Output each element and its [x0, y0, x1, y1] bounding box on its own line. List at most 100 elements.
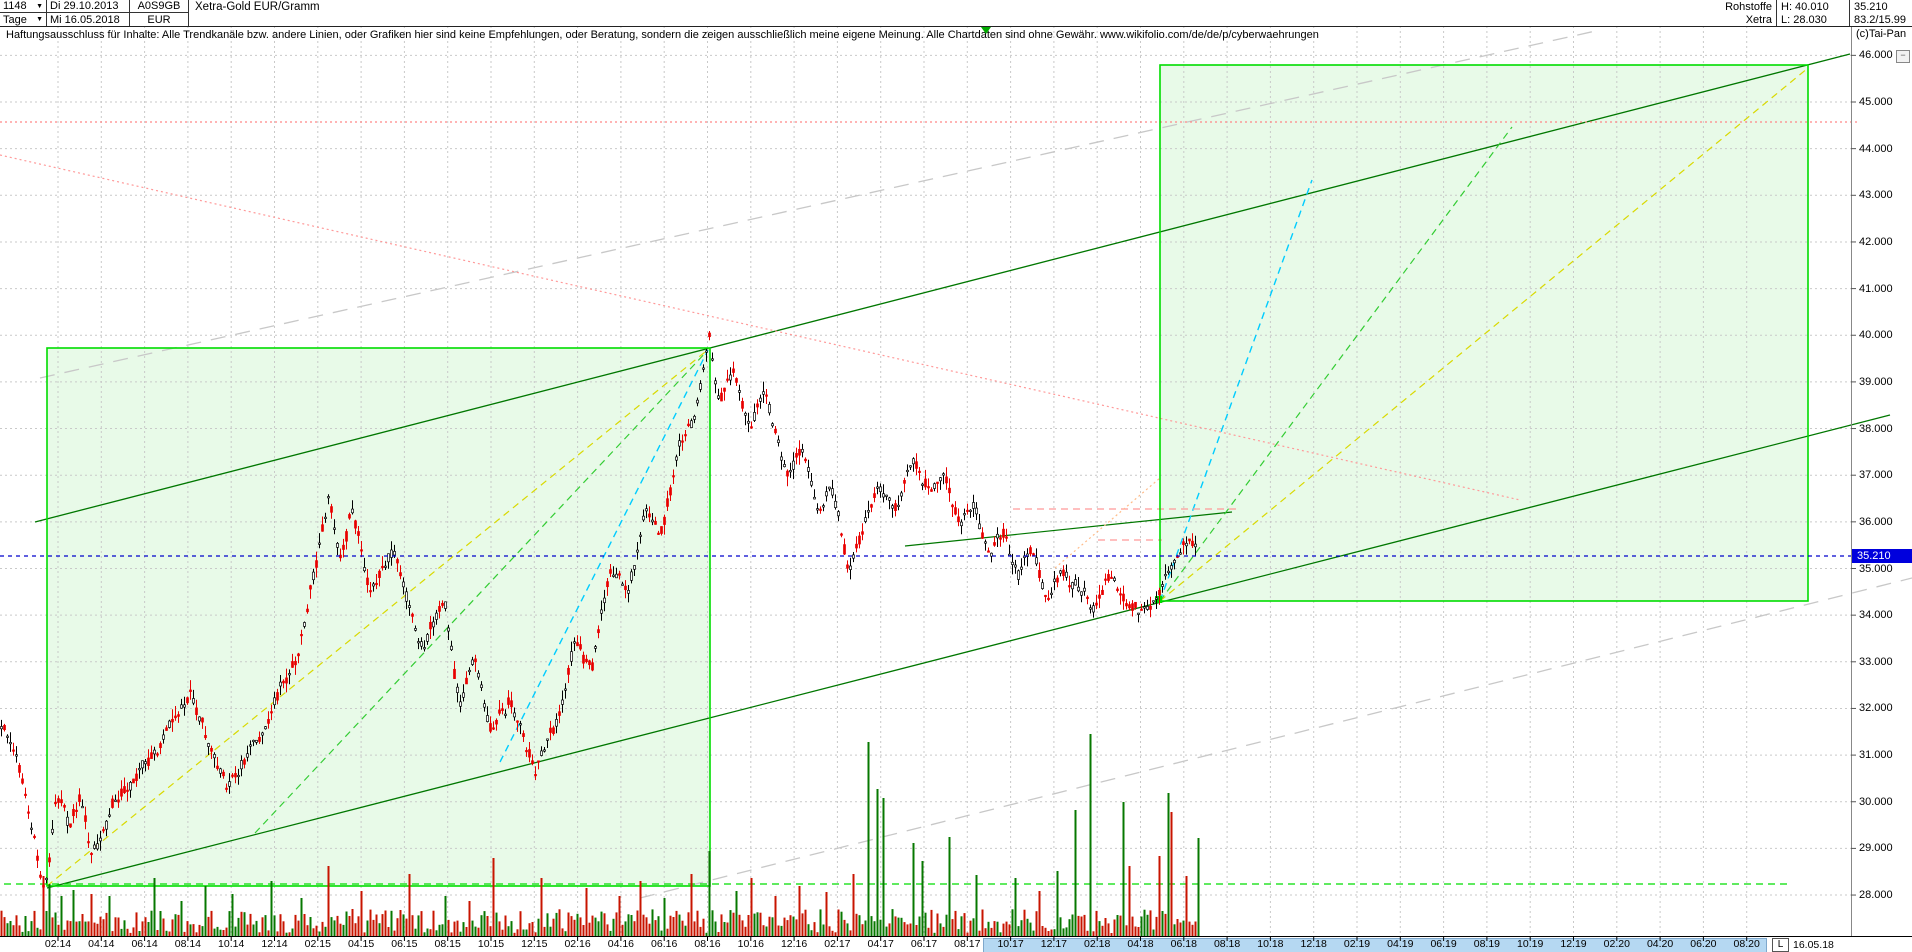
- high-value: H: 40.010: [1776, 0, 1849, 13]
- toolbar: 1148 ▼ Di 29.10.2013 A0S9GB Xetra-Gold E…: [0, 0, 1912, 27]
- last-price-marker: 35.210: [1852, 549, 1912, 563]
- toolbar-row-2: Tage ▼ Mi 16.05.2018 EUR: [0, 13, 323, 26]
- date-axis-label: 06.15: [391, 938, 417, 950]
- currency-cell: EUR: [130, 13, 189, 26]
- collapse-scale-button[interactable]: −: [1896, 50, 1910, 63]
- price-axis-label: 45.000: [1859, 96, 1893, 108]
- header-last-price: 35.210: [1849, 0, 1912, 13]
- price-axis-label: 31.000: [1859, 749, 1893, 761]
- date-axis-label: 02.18: [1084, 938, 1110, 950]
- date-axis-label: 10.17: [997, 938, 1023, 950]
- price-stat-column: 35.210 83.2/15.99: [1849, 0, 1912, 26]
- date-axis-label: 06.14: [131, 938, 157, 950]
- date-to-cell: Mi 16.05.2018: [47, 13, 130, 26]
- price-axis-label: 38.000: [1859, 423, 1893, 435]
- date-axis-label: 02.19: [1344, 938, 1370, 950]
- date-axis-label: 12.17: [1041, 938, 1067, 950]
- date-axis-label: 08.14: [175, 938, 201, 950]
- date-axis-label: 12.16: [781, 938, 807, 950]
- event-marker-triangle-icon: [981, 27, 991, 34]
- price-axis-label: 32.000: [1859, 702, 1893, 714]
- chevron-down-icon: ▼: [36, 3, 43, 10]
- date-axis-label: 04.16: [608, 938, 634, 950]
- date-axis-label: 10.19: [1517, 938, 1543, 950]
- price-axis-label: 34.000: [1859, 609, 1893, 621]
- currency-value: EUR: [147, 14, 170, 26]
- date-axis-label: 02.17: [824, 938, 850, 950]
- date-axis-label: 06.17: [911, 938, 937, 950]
- toolbar-right: Rohstoffe Xetra H: 40.010 L: 28.030 35.2…: [1690, 0, 1912, 26]
- price-axis-label: 30.000: [1859, 796, 1893, 808]
- price-axis-label: 43.000: [1859, 189, 1893, 201]
- date-from-value: Di 29.10.2013: [50, 0, 119, 12]
- category-column: Rohstoffe Xetra: [1690, 0, 1776, 26]
- date-axis-label: 10.18: [1257, 938, 1283, 950]
- date-axis-label: 06.18: [1171, 938, 1197, 950]
- date-axis-label: 04.18: [1127, 938, 1153, 950]
- date-axis-label: 02.14: [45, 938, 71, 950]
- price-axis-label: 40.000: [1859, 329, 1893, 341]
- price-axis-label: 46.000: [1859, 49, 1893, 61]
- date-axis-label: 12.15: [521, 938, 547, 950]
- exchange-value: Xetra: [1690, 13, 1776, 26]
- date-to-value: Mi 16.05.2018: [50, 14, 120, 26]
- chart-canvas[interactable]: [0, 26, 1852, 937]
- date-axis-label: 08.17: [954, 938, 980, 950]
- period-value: Tage: [3, 14, 27, 26]
- price-axis-label: 37.000: [1859, 469, 1893, 481]
- copyright-label: (c)Tai-Pan: [1856, 28, 1906, 40]
- bars-count-dropdown[interactable]: 1148 ▼: [0, 0, 47, 13]
- date-axis-label: 08.19: [1474, 938, 1500, 950]
- date-axis-label: 04.20: [1647, 938, 1673, 950]
- price-axis: 46.000 45.000 44.000 43.000 42.000 41.000 40.0…: [1852, 26, 1912, 952]
- header-extra-stat: 83.2/15.99: [1849, 13, 1912, 26]
- last-date-button[interactable]: L: [1772, 938, 1789, 952]
- date-axis-label: 02.20: [1604, 938, 1630, 950]
- price-axis-label: 44.000: [1859, 143, 1893, 155]
- wkn-cell: A0S9GB: [130, 0, 189, 13]
- date-axis-label: 04.15: [348, 938, 374, 950]
- date-axis-label: 10.16: [738, 938, 764, 950]
- date-axis-label: 12.19: [1560, 938, 1586, 950]
- date-axis-label: 08.15: [435, 938, 461, 950]
- price-axis-label: 33.000: [1859, 656, 1893, 668]
- date-axis-label: 06.20: [1690, 938, 1716, 950]
- date-axis-label: 02.16: [564, 938, 590, 950]
- bars-count-value: 1148: [3, 0, 27, 12]
- date-axis-label: 04.17: [868, 938, 894, 950]
- date-axis: 02.14 04.14 06.14 08.14 10.14 12.14 02.15 04.15…: [0, 937, 1912, 952]
- instrument-title: Xetra-Gold EUR/Gramm: [189, 0, 323, 13]
- wkn-value: A0S9GB: [138, 0, 181, 12]
- date-axis-label: 04.14: [88, 938, 114, 950]
- date-axis-label: 04.19: [1387, 938, 1413, 950]
- date-axis-label: 08.20: [1734, 938, 1760, 950]
- date-axis-label: 12.14: [261, 938, 287, 950]
- price-axis-label: 29.000: [1859, 842, 1893, 854]
- toolbar-row-1: 1148 ▼ Di 29.10.2013 A0S9GB Xetra-Gold E…: [0, 0, 323, 13]
- price-axis-label: 39.000: [1859, 376, 1893, 388]
- category-value: Rohstoffe: [1690, 0, 1776, 13]
- period-dropdown[interactable]: Tage ▼: [0, 13, 47, 26]
- date-axis-label: 08.16: [694, 938, 720, 950]
- price-axis-label: 36.000: [1859, 516, 1893, 528]
- date-axis-label: 10.14: [218, 938, 244, 950]
- date-axis-label: 06.16: [651, 938, 677, 950]
- low-value: L: 28.030: [1776, 13, 1849, 26]
- price-axis-label: 35.000: [1859, 563, 1893, 575]
- date-axis-label: 12.18: [1301, 938, 1327, 950]
- last-date-value: 16.05.18: [1793, 939, 1834, 951]
- tai-pan-chart-window: 1148 ▼ Di 29.10.2013 A0S9GB Xetra-Gold E…: [0, 0, 1912, 952]
- toolbar-left: 1148 ▼ Di 29.10.2013 A0S9GB Xetra-Gold E…: [0, 0, 323, 26]
- instrument-title-text: Xetra-Gold EUR/Gramm: [195, 1, 320, 13]
- date-axis-label: 10.15: [478, 938, 504, 950]
- date-axis-label: 02.15: [305, 938, 331, 950]
- chevron-down-icon: ▼: [36, 16, 43, 23]
- date-from-cell: Di 29.10.2013: [47, 0, 130, 13]
- price-axis-label: 42.000: [1859, 236, 1893, 248]
- price-axis-label: 41.000: [1859, 283, 1893, 295]
- date-axis-label: 06.19: [1430, 938, 1456, 950]
- date-axis-label: 08.18: [1214, 938, 1240, 950]
- price-axis-label: 28.000: [1859, 889, 1893, 901]
- high-low-column: H: 40.010 L: 28.030: [1776, 0, 1849, 26]
- disclaimer-text: Haftungsausschluss für Inhalte: Alle Tre…: [6, 29, 1319, 41]
